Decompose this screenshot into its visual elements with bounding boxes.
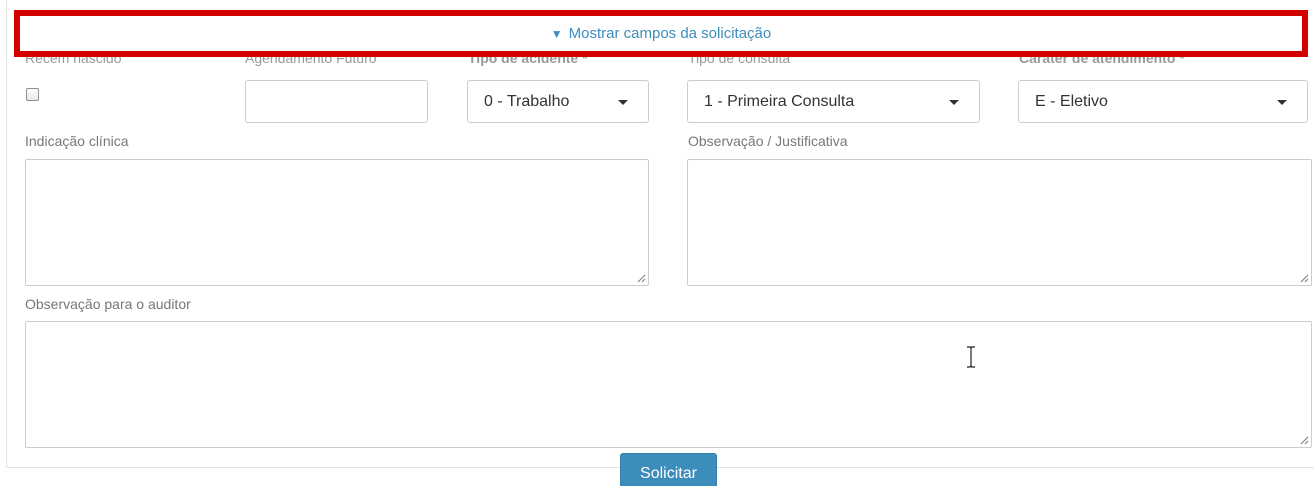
observacao-auditor-textarea[interactable] — [25, 321, 1312, 448]
tipo-consulta-value: 1 - Primeira Consulta — [704, 92, 855, 110]
show-request-fields-link[interactable]: ▼ Mostrar campos da solicitação — [551, 25, 771, 42]
carater-atendimento-select[interactable]: E - Eletivo — [1018, 80, 1308, 123]
caret-down-icon — [949, 100, 959, 105]
observacao-auditor-label: Observação para o auditor — [25, 296, 191, 312]
indicacao-clinica-textarea[interactable] — [25, 159, 649, 286]
tipo-acidente-select[interactable]: 0 - Trabalho — [467, 80, 649, 123]
toggle-highlight-box: ▼ Mostrar campos da solicitação — [14, 10, 1308, 57]
caret-down-icon — [618, 100, 628, 105]
agendamento-futuro-group — [245, 80, 428, 123]
resize-grip-icon[interactable] — [1300, 274, 1309, 283]
solicitar-button[interactable]: Solicitar — [620, 453, 717, 486]
observacao-justificativa-label: Observação / Justificativa — [688, 133, 848, 149]
caret-down-icon — [1277, 100, 1287, 105]
indicacao-clinica-label: Indicação clínica — [25, 133, 129, 149]
tipo-acidente-value: 0 - Trabalho — [484, 92, 570, 110]
carater-atendimento-value: E - Eletivo — [1035, 92, 1108, 110]
tipo-consulta-select[interactable]: 1 - Primeira Consulta — [687, 80, 980, 123]
observacao-justificativa-textarea[interactable] — [687, 159, 1312, 286]
resize-grip-icon[interactable] — [1300, 436, 1309, 445]
text-cursor-icon — [967, 346, 975, 368]
resize-grip-icon[interactable] — [637, 274, 646, 283]
agendamento-futuro-input[interactable] — [246, 81, 427, 122]
triangle-down-icon: ▼ — [550, 26, 563, 41]
show-request-fields-label: Mostrar campos da solicitação — [568, 25, 772, 42]
recem-nascido-checkbox[interactable] — [26, 88, 39, 101]
